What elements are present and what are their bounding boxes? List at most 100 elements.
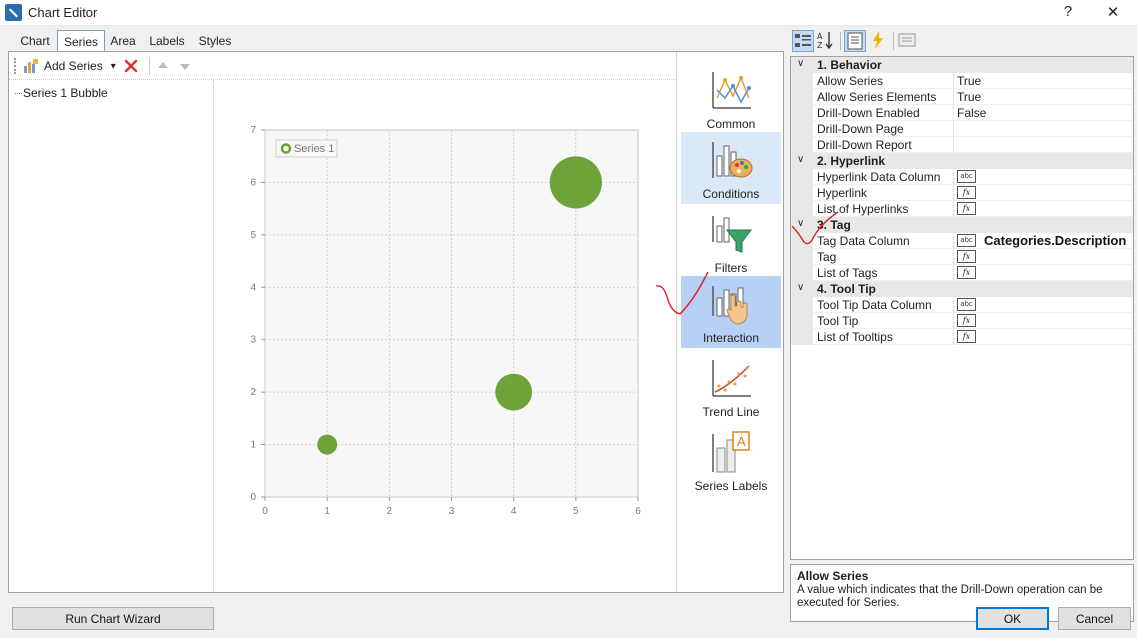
property-row[interactable]: Drill-Down Report: [791, 137, 1133, 153]
property-name: Tag Data Column: [817, 234, 910, 248]
property-toolbar: A Z: [789, 28, 1134, 54]
category-name: 4. Tool Tip: [817, 282, 876, 296]
property-row[interactable]: List of Tooltips fx: [791, 329, 1133, 345]
expression-editor-icon[interactable]: fx: [957, 266, 976, 279]
tree-item-series-1[interactable]: Series 1 Bubble: [15, 86, 108, 100]
property-row[interactable]: Allow Series True: [791, 73, 1133, 89]
interaction-hand-icon: [712, 286, 748, 325]
data-column-editor-icon[interactable]: abc: [957, 234, 976, 247]
side-button-trend-line[interactable]: Trend Line: [681, 350, 781, 422]
legend-label: Series 1: [294, 143, 334, 155]
property-row[interactable]: Hyperlink fx: [791, 185, 1133, 201]
expression-editor-icon[interactable]: fx: [957, 330, 976, 343]
property-value[interactable]: False: [957, 106, 986, 120]
property-row[interactable]: Hyperlink Data Column abc: [791, 169, 1133, 185]
tab-chart[interactable]: Chart: [14, 30, 56, 51]
category-tag[interactable]: ∨ 3. Tag: [791, 217, 1133, 233]
ok-button[interactable]: OK: [976, 607, 1049, 630]
property-name: List of Tags: [817, 266, 878, 280]
property-value[interactable]: True: [957, 74, 981, 88]
y-tick-label: 5: [250, 230, 256, 241]
side-button-interaction[interactable]: Interaction: [681, 276, 781, 348]
property-row[interactable]: List of Hyperlinks fx: [791, 201, 1133, 217]
property-value[interactable]: True: [957, 90, 981, 104]
side-button-conditions[interactable]: Conditions: [681, 132, 781, 204]
tab-styles[interactable]: Styles: [196, 30, 234, 51]
tab-series[interactable]: Series: [57, 30, 105, 52]
collapse-chevron-icon[interactable]: ∨: [797, 154, 804, 165]
series-labels-icon: A: [712, 431, 750, 473]
property-row[interactable]: Tag Data Column abc Categories.Descripti…: [791, 233, 1133, 249]
toolbar-grip: [14, 58, 17, 74]
cancel-button[interactable]: Cancel: [1058, 607, 1131, 630]
side-button-common[interactable]: Common: [681, 62, 781, 134]
property-row[interactable]: Allow Series Elements True: [791, 89, 1133, 105]
row-gutter: [791, 265, 813, 281]
move-down-icon[interactable]: [179, 60, 191, 72]
conditions-palette-icon: [712, 142, 753, 178]
property-grid: ∨ 1. Behavior Allow Series True Allow Se…: [790, 56, 1134, 560]
category-hyperlink[interactable]: ∨ 2. Hyperlink: [791, 153, 1133, 169]
expression-editor-icon[interactable]: fx: [957, 314, 976, 327]
collapse-chevron-icon[interactable]: ∨: [797, 58, 804, 69]
add-series-button[interactable]: Add Series ▾: [23, 56, 116, 76]
expression-editor-icon[interactable]: fx: [957, 250, 976, 263]
move-up-icon[interactable]: [157, 60, 169, 72]
category-behavior[interactable]: ∨ 1. Behavior: [791, 57, 1133, 73]
column-divider: [953, 73, 954, 89]
row-gutter: [791, 233, 813, 249]
property-row[interactable]: List of Tags fx: [791, 265, 1133, 281]
row-gutter: [791, 185, 813, 201]
property-row[interactable]: Drill-Down Page: [791, 121, 1133, 137]
x-tick-label: 1: [324, 506, 330, 517]
series-settings-sidebar: Common Conditions Filters Interaction Tr…: [676, 52, 783, 592]
properties-button[interactable]: [844, 30, 866, 52]
column-divider: [953, 329, 954, 345]
column-divider: [953, 265, 954, 281]
delete-icon[interactable]: [123, 58, 139, 74]
row-gutter: [791, 121, 813, 137]
expression-editor-icon[interactable]: fx: [957, 186, 976, 199]
trend-line-icon: [712, 360, 751, 397]
property-name: Drill-Down Report: [817, 138, 912, 152]
collapse-chevron-icon[interactable]: ∨: [797, 282, 804, 293]
column-divider: [953, 233, 954, 249]
y-tick-label: 1: [250, 440, 256, 451]
add-series-dropdown-icon[interactable]: ▾: [111, 61, 116, 72]
run-chart-wizard-button[interactable]: Run Chart Wizard: [12, 607, 214, 630]
column-divider: [953, 249, 954, 265]
property-value[interactable]: Categories.Description: [984, 233, 1126, 248]
categorized-button[interactable]: [792, 30, 814, 52]
data-column-editor-icon[interactable]: abc: [957, 298, 976, 311]
events-button[interactable]: [868, 30, 890, 52]
side-label-common: Common: [706, 117, 756, 131]
properties-icon: [847, 32, 863, 50]
help-button[interactable]: ?: [1056, 3, 1080, 20]
collapse-chevron-icon[interactable]: ∨: [797, 218, 804, 229]
property-row[interactable]: Tag fx: [791, 249, 1133, 265]
expression-editor-icon[interactable]: fx: [957, 202, 976, 215]
side-button-filters[interactable]: Filters: [681, 206, 781, 278]
close-button[interactable]: ✕: [1101, 3, 1125, 21]
column-divider: [953, 137, 954, 153]
property-row[interactable]: Tool Tip fx: [791, 313, 1133, 329]
property-name: Tag: [817, 250, 837, 264]
side-button-series-labels[interactable]: A Series Labels: [681, 424, 781, 496]
property-pages-button[interactable]: [897, 30, 919, 52]
row-gutter: [791, 89, 813, 105]
property-row[interactable]: Tool Tip Data Column abc: [791, 297, 1133, 313]
property-toolbar-separator-2: [893, 32, 894, 50]
column-divider: [953, 201, 954, 217]
property-row[interactable]: Drill-Down Enabled False: [791, 105, 1133, 121]
y-tick-label: 3: [250, 335, 256, 346]
side-label-series-labels: Series Labels: [694, 479, 768, 493]
app-icon: [5, 4, 22, 21]
lightning-icon: [873, 31, 883, 49]
alphabetical-button[interactable]: A Z: [815, 30, 837, 52]
y-tick-label: 0: [250, 492, 256, 503]
tab-labels[interactable]: Labels: [146, 30, 188, 51]
row-gutter: [791, 169, 813, 185]
tab-area[interactable]: Area: [106, 30, 140, 51]
category-tool-tip[interactable]: ∨ 4. Tool Tip: [791, 281, 1133, 297]
data-column-editor-icon[interactable]: abc: [957, 170, 976, 183]
